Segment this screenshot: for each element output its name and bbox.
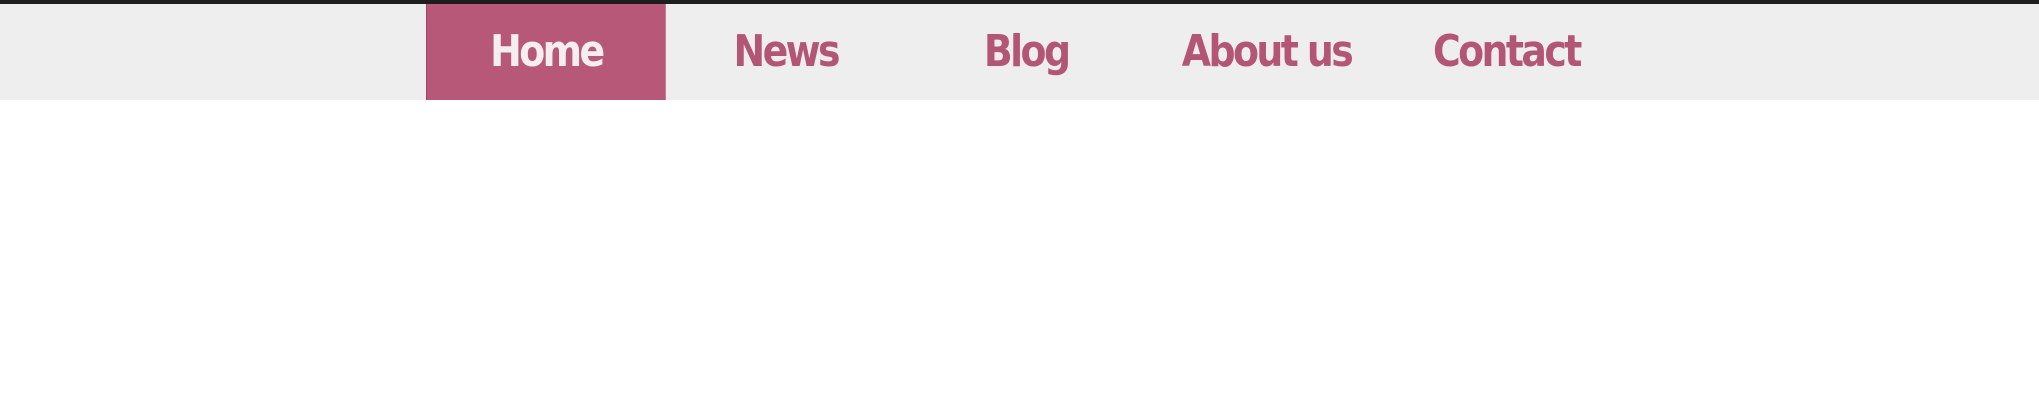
nav-menu: Home News Blog About us Contact xyxy=(426,4,1626,100)
nav-item-news[interactable]: News xyxy=(666,4,906,100)
nav-item-label: Contact xyxy=(1432,26,1582,77)
nav-item-blog[interactable]: Blog xyxy=(906,4,1146,100)
nav-item-label: Home xyxy=(489,26,605,77)
nav-item-label: About us xyxy=(1181,26,1353,77)
nav-item-label: Blog xyxy=(983,26,1071,77)
nav-item-label: News xyxy=(733,26,841,77)
main-navigation-bar: Home News Blog About us Contact xyxy=(0,4,2039,100)
nav-item-about-us[interactable]: About us xyxy=(1146,4,1386,100)
nav-item-contact[interactable]: Contact xyxy=(1386,4,1626,100)
nav-item-home[interactable]: Home xyxy=(426,4,666,100)
